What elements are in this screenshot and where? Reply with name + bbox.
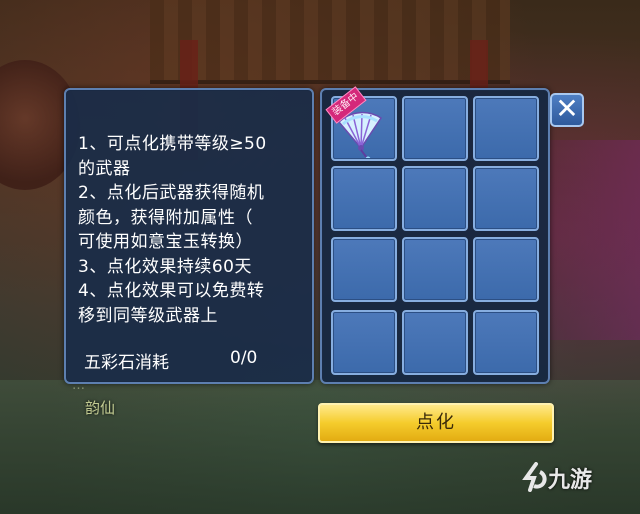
equipment-slot[interactable] — [473, 166, 539, 231]
watermark-logo-icon — [522, 462, 547, 492]
equipment-slot[interactable] — [473, 96, 539, 161]
refine-rules: 1、可点化携带等级≥50 的武器 2、点化后武器获得随机 颜色，获得附加属性（ … — [78, 132, 310, 328]
refine-info-panel: 1、可点化携带等级≥50 的武器 2、点化后武器获得随机 颜色，获得附加属性（ … — [64, 88, 314, 384]
close-button[interactable]: ✕ — [550, 93, 584, 127]
equipment-slot[interactable] — [331, 166, 397, 231]
rule-line: 的武器 — [78, 158, 131, 179]
equipment-slot[interactable] — [331, 310, 397, 375]
npc-name: 韵仙 — [85, 399, 116, 417]
refine-button[interactable]: 点化 — [318, 403, 554, 443]
rule-line: 移到同等级武器上 — [78, 305, 218, 326]
rule-line: 1、可点化携带等级≥50 — [78, 134, 267, 154]
background-roof — [150, 0, 510, 84]
rule-line: 4、点化效果可以免费转 — [78, 281, 265, 301]
equipment-slot[interactable] — [402, 237, 468, 302]
cost-label: 五彩石消耗 — [84, 353, 169, 373]
rule-line: 3、点化效果持续60天 — [78, 256, 252, 277]
equipment-slot[interactable]: 装备中 — [325, 86, 397, 161]
equipment-slot[interactable] — [402, 96, 468, 161]
cost-value: 0/0 — [230, 348, 258, 368]
rule-line: 颜色，获得附加属性（ — [78, 207, 253, 228]
equipment-grid-panel: 装备中 — [320, 86, 550, 384]
rule-line: 2、点化后武器获得随机 — [78, 183, 265, 203]
equipment-slot[interactable] — [331, 237, 397, 302]
watermark-text: 九游 — [548, 468, 593, 493]
equipment-slot[interactable] — [473, 310, 539, 375]
equipment-slot[interactable] — [402, 166, 468, 231]
equipment-slot[interactable] — [473, 237, 539, 302]
equipment-slot[interactable] — [402, 310, 468, 375]
rule-line: 可使用如意宝玉转换） — [78, 232, 253, 252]
